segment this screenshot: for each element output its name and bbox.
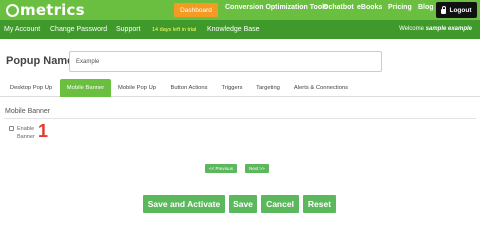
section-divider <box>4 118 476 119</box>
nav-ochatbot[interactable]: Ochatbot <box>323 4 354 11</box>
welcome-text: Welcome <box>399 26 424 32</box>
my-account-link[interactable]: My Account <box>4 26 40 33</box>
ometrics-logo[interactable]: metrics <box>6 1 85 19</box>
save-and-activate-button[interactable]: Save and Activate <box>143 195 225 213</box>
previous-button[interactable]: << Previous <box>205 164 238 173</box>
support-link[interactable]: Support <box>116 26 141 33</box>
reset-button[interactable]: Reset <box>303 195 336 213</box>
nav-ebooks[interactable]: eBooks <box>357 4 382 11</box>
tab-button-actions[interactable]: Button Actions <box>164 79 214 97</box>
tab-mobile-banner[interactable]: Mobile Banner <box>60 79 111 97</box>
next-button[interactable]: Next >> <box>245 164 269 173</box>
change-password-link[interactable]: Change Password <box>50 26 107 33</box>
trial-notice: 14 days left in trial <box>152 26 197 33</box>
tab-triggers[interactable]: Triggers <box>216 79 248 97</box>
dashboard-button[interactable]: Dashboard <box>174 3 218 17</box>
tab-alerts-connections[interactable]: Alerts & Connections <box>288 79 354 97</box>
cancel-button[interactable]: Cancel <box>261 195 299 213</box>
save-button[interactable]: Save <box>229 195 257 213</box>
popup-name-label: Popup Name <box>6 55 74 67</box>
top-navbar: metrics Dashboard Conversion Optimizatio… <box>0 0 480 20</box>
enable-banner-checkbox[interactable] <box>9 126 14 131</box>
nav-pricing[interactable]: Pricing <box>388 4 412 11</box>
tab-mobile-popup[interactable]: Mobile Pop Up <box>113 79 161 97</box>
logout-label: Logout <box>449 6 472 14</box>
nav-conversion-tools[interactable]: Conversion Optimization Tools <box>225 4 328 11</box>
settings-tabs: Desktop Pop Up Mobile Banner Mobile Pop … <box>0 79 480 97</box>
logo-o-icon <box>6 3 19 17</box>
nav-blog[interactable]: Blog <box>418 4 434 11</box>
knowledge-base-link[interactable]: Knowledge Base <box>207 26 260 33</box>
popup-name-input[interactable]: Example <box>69 51 382 72</box>
welcome-user: sample example <box>425 26 472 32</box>
lock-icon <box>441 5 447 14</box>
account-subnav: My Account Change Password Support 14 da… <box>0 20 480 39</box>
tab-targeting[interactable]: Targeting <box>251 79 285 97</box>
tab-desktop-popup[interactable]: Desktop Pop Up <box>4 79 58 97</box>
logo-text: metrics <box>20 1 85 19</box>
logout-button[interactable]: Logout <box>436 2 477 18</box>
section-title: Mobile Banner <box>5 108 51 115</box>
step-number-annotation: 1 <box>38 121 49 141</box>
enable-banner-label[interactable]: Enable Banner <box>17 125 37 141</box>
welcome-message: Welcome sample example <box>399 26 472 32</box>
